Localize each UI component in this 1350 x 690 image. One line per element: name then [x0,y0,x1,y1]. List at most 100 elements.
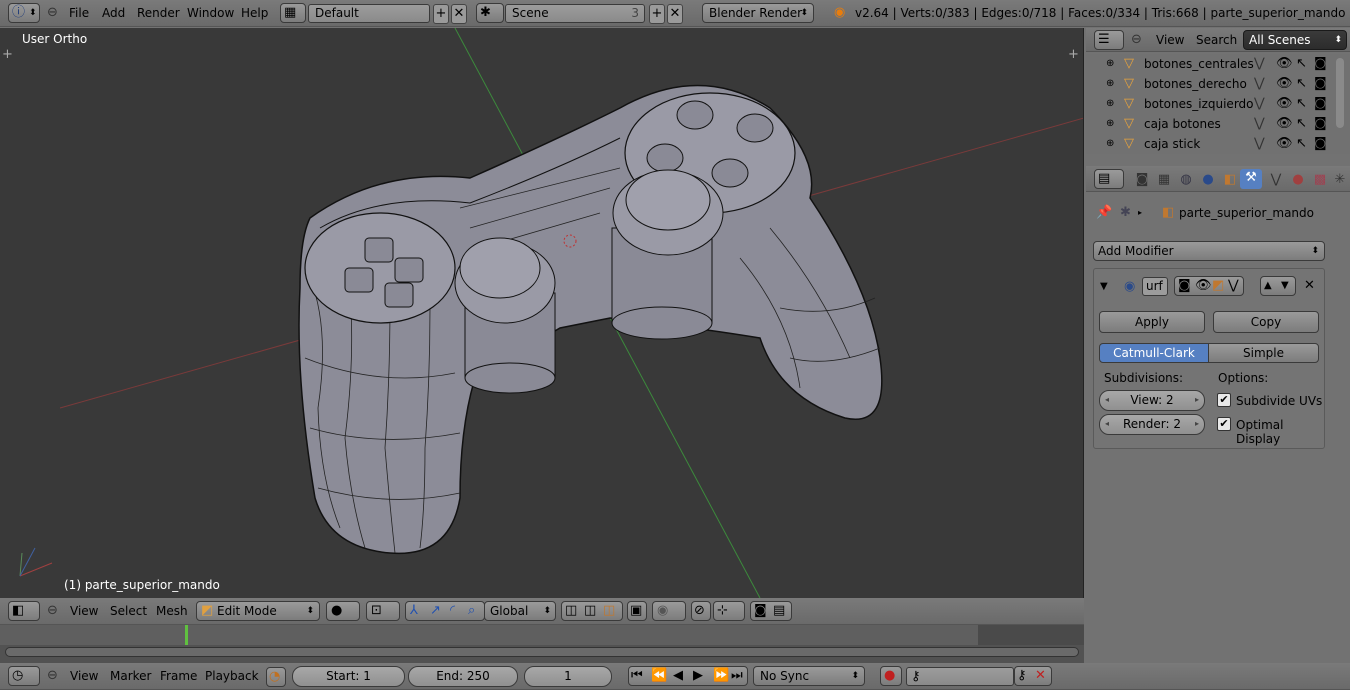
snap-element-dropdown[interactable]: ⊹ [713,601,745,621]
pin-icon[interactable]: 📌 [1096,204,1112,222]
menu-search[interactable]: Search [1196,28,1237,52]
render-tab-icon[interactable]: ◙ [1132,171,1152,189]
simple-toggle[interactable]: Simple [1208,343,1319,363]
optimal-display-checkbox[interactable]: ✔ [1217,417,1231,431]
menu-select[interactable]: Select [110,598,147,625]
cursor-select-icon[interactable]: ↖ [1296,135,1307,153]
expand-icon[interactable]: ⊕ [1106,95,1114,113]
render-buttons[interactable]: ◙ ▤ [750,601,792,621]
keyframe-buttons[interactable]: ⚷ ✕ [1014,666,1052,686]
collapse-menu-icon[interactable]: ⊖ [47,4,58,22]
cursor-select-icon[interactable]: ↖ [1296,95,1307,113]
outliner-row[interactable]: ⊕ ▽ botones_centrales ⋁ 👁 ↖ ◙ [1086,54,1350,74]
current-frame-field[interactable]: 1 [524,666,612,687]
menu-window[interactable]: Window [187,0,234,27]
modifier-name-field[interactable]: urf [1142,277,1168,296]
subdivide-uvs-checkbox[interactable]: ✔ [1217,393,1231,407]
move-modifier-buttons[interactable]: ▲ ▼ [1260,276,1296,296]
texture-tab-icon[interactable]: ▩ [1310,171,1330,189]
close-layout-icon[interactable]: ✕ [451,4,467,24]
camera-render-icon[interactable]: ◙ [1314,95,1327,113]
screen-layout-field[interactable]: Default [308,4,430,23]
keying-set-field[interactable]: ⚷ [906,667,1014,686]
expand-icon[interactable]: ⊕ [1106,135,1114,153]
expand-icon[interactable]: ⊕ [1106,55,1114,73]
apply-button[interactable]: Apply [1099,311,1205,333]
playback-controls[interactable]: ⏮ ⏪ ◀ ▶ ⏩ ⏭ [628,666,748,686]
eye-icon[interactable]: 👁 [1276,135,1293,153]
menu-playback[interactable]: Playback [205,663,259,690]
proportional-dropdown[interactable]: ◉ [652,601,686,621]
camera-render-icon[interactable]: ◙ [1314,75,1327,93]
timeline-area[interactable]: -40-200204060801001201401601802002202402… [0,625,1084,663]
collapse-menu-icon[interactable]: ⊖ [47,602,58,620]
outliner-row[interactable]: ⊕ ▽ botones_derecho ⋁ 👁 ↖ ◙ [1086,74,1350,94]
copy-button[interactable]: Copy [1213,311,1319,333]
3d-viewport[interactable]: User Ortho (1) parte_superior_mando + + [0,28,1084,598]
eye-icon[interactable]: 👁 [1276,115,1293,133]
menu-file[interactable]: File [69,0,89,27]
scene-field[interactable]: Scene 3 [505,4,645,23]
camera-render-icon[interactable]: ◙ [1314,55,1327,73]
editor-type-button[interactable]: ☰ [1094,30,1124,50]
start-frame-field[interactable]: Start: 1 [292,666,405,687]
outliner-row[interactable]: ⊕ ▽ caja botones ⋁ 👁 ↖ ◙ [1086,114,1350,134]
eye-icon[interactable]: 👁 [1276,55,1293,73]
menu-render[interactable]: Render [137,0,180,27]
material-tab-icon[interactable]: ● [1288,171,1308,189]
orientation-dropdown[interactable]: Global ⬍ [484,601,556,621]
add-scene-icon[interactable]: + [649,4,665,24]
menu-add[interactable]: Add [102,0,125,27]
menu-view[interactable]: View [1156,28,1184,52]
outliner-row[interactable]: ⊕ ▽ caja stick ⋁ 👁 ↖ ◙ [1086,134,1350,154]
mode-dropdown[interactable]: ◩ Edit Mode ⬍ [196,601,320,621]
outliner-list[interactable]: ⊕ ▽ botones_centrales ⋁ 👁 ↖ ◙ ⊕ ▽ botones_derecho… [1086,54,1350,154]
eye-icon[interactable]: 👁 [1276,95,1293,113]
collapse-menu-icon[interactable]: ⊖ [47,667,58,685]
menu-frame[interactable]: Frame [160,663,197,690]
cursor-select-icon[interactable]: ↖ [1296,75,1307,93]
render-engine-dropdown[interactable]: Blender Render ⬍ [702,3,814,23]
scene-browse-button[interactable]: ✱ [476,3,504,23]
expand-icon[interactable]: ⊕ [1106,75,1114,93]
remove-modifier-icon[interactable]: ✕ [1304,277,1315,295]
scene-tab-icon[interactable]: ◍ [1176,171,1196,189]
end-frame-field[interactable]: End: 250 [408,666,518,687]
collapse-menu-icon[interactable]: ⊖ [1131,31,1142,49]
cursor-select-icon[interactable]: ↖ [1296,115,1307,133]
layout-browse-button[interactable]: ▦ [280,3,306,23]
outliner-row[interactable]: ⊕ ▽ botones_izquierdo ⋁ 👁 ↖ ◙ [1086,94,1350,114]
delete-scene-icon[interactable]: ✕ [667,4,683,24]
menu-marker[interactable]: Marker [110,663,151,690]
modifier-visibility-group[interactable]: ◙ 👁 ◩ ⋁ [1174,276,1244,296]
particles-tab-icon[interactable]: ✳ [1330,171,1350,189]
expand-icon[interactable]: ⊕ [1106,115,1114,133]
menu-mesh[interactable]: Mesh [156,598,188,625]
menu-view[interactable]: View [70,598,98,625]
render-levels-field[interactable]: ◂ Render: 2 ▸ [1099,414,1205,435]
current-frame-marker[interactable] [185,625,188,645]
cursor-select-icon[interactable]: ↖ [1296,55,1307,73]
auto-keyframe-button[interactable]: ● [880,666,902,686]
menu-view[interactable]: View [70,663,98,690]
outliner-vscrollbar[interactable] [1336,58,1344,128]
catmull-clark-toggle[interactable]: Catmull-Clark [1099,343,1209,363]
shading-dropdown[interactable]: ● [326,601,360,621]
add-layout-icon[interactable]: + [433,4,449,24]
world-tab-icon[interactable]: ● [1198,171,1218,189]
snap-toggle[interactable]: ⊘ [691,601,711,621]
region-toggle-icon[interactable]: + [2,46,13,64]
sync-dropdown[interactable]: No Sync ⬍ [753,666,865,686]
display-filter-dropdown[interactable]: All Scenes ⬍ [1243,30,1347,50]
modifiers-tab-icon[interactable]: ⚒ [1240,169,1262,189]
view-levels-field[interactable]: ◂ View: 2 ▸ [1099,390,1205,411]
editor-type-button[interactable]: ◷ [8,666,40,686]
region-toggle-right-icon[interactable]: + [1068,46,1079,64]
occlude-button[interactable]: ▣ [627,601,647,621]
eye-icon[interactable]: 👁 [1276,75,1293,93]
object-tab-icon[interactable]: ◧ [1220,171,1240,189]
collapse-triangle-icon[interactable]: ▼ [1100,278,1108,296]
timeline-scrollbar[interactable] [5,647,1079,657]
add-modifier-dropdown[interactable]: Add Modifier ⬍ [1093,241,1325,261]
render-layers-tab-icon[interactable]: ▦ [1154,171,1174,189]
